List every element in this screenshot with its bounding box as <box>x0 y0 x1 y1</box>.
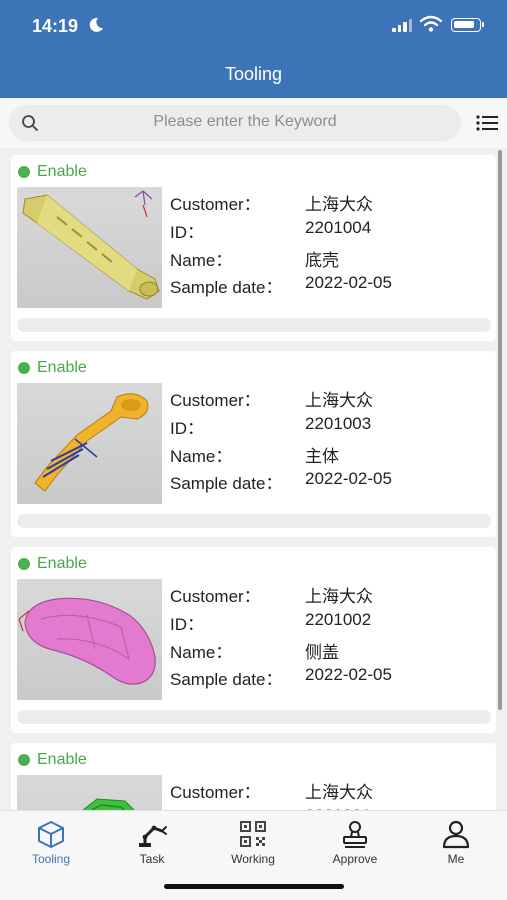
card-footer-bar <box>17 318 491 332</box>
status-badge: Enable <box>18 163 87 181</box>
tab-approve[interactable]: Approve <box>315 819 395 869</box>
tab-label: Approve <box>332 852 378 866</box>
scrollbar[interactable] <box>498 150 502 710</box>
status-text: Enable <box>37 359 87 376</box>
search-row: Please enter the Keyword <box>0 98 507 148</box>
tooling-thumbnail <box>17 775 162 810</box>
tab-label: Working <box>231 852 275 866</box>
status-dot-icon <box>18 754 30 766</box>
status-dot-icon <box>18 362 30 374</box>
search-icon <box>22 115 38 131</box>
tab-label: Me <box>447 852 465 866</box>
id-value: 2201003 <box>305 414 372 433</box>
customer-value: 上海大众 <box>305 783 373 802</box>
status-dot-icon <box>18 558 30 570</box>
part-model-icon <box>34 393 149 492</box>
customer-label: Customer： <box>170 195 261 214</box>
stamp-icon <box>343 821 367 848</box>
name-label: Name： <box>170 251 233 270</box>
status-badge: Enable <box>18 555 87 573</box>
customer-label: Customer： <box>170 391 261 410</box>
tooling-list: Enable Customer： 上海大众 ID： 2201004 Name： … <box>0 148 507 810</box>
tooling-thumbnail <box>17 579 162 700</box>
sample-date-value: 2022-02-05 <box>305 469 392 488</box>
tab-tooling[interactable]: Tooling <box>11 819 91 869</box>
customer-value: 上海大众 <box>305 391 373 410</box>
card-footer-bar <box>17 514 491 528</box>
tab-me[interactable]: Me <box>416 819 496 869</box>
list-menu-icon[interactable] <box>476 113 498 133</box>
part-model-icon <box>22 190 160 300</box>
qr-grid-icon <box>240 821 266 847</box>
id-label: ID： <box>170 223 204 242</box>
customer-value: 上海大众 <box>305 587 373 606</box>
battery-icon <box>451 18 484 32</box>
page-title: Tooling <box>224 64 283 84</box>
card-footer-bar <box>17 710 491 724</box>
status-bar: 14:19 <box>0 0 507 52</box>
tooling-card[interactable]: Enable Customer： 上海大众 ID： 2201002 Name： … <box>11 547 496 733</box>
sample-date-value: 2022-02-05 <box>305 665 392 684</box>
tab-label: Task <box>139 852 165 866</box>
sample-date-value: 2022-02-05 <box>305 273 392 292</box>
cellular-signal-icon <box>392 18 412 32</box>
status-dot-icon <box>18 166 30 178</box>
tab-task[interactable]: Task <box>112 819 192 869</box>
name-label: Name： <box>170 447 233 466</box>
status-time: 14:19 <box>32 16 79 36</box>
nav-bar: Tooling <box>0 52 507 98</box>
name-value: 侧盖 <box>305 643 339 662</box>
id-value: 2201002 <box>305 610 372 629</box>
cube-icon <box>38 821 64 848</box>
status-text: Enable <box>37 751 87 768</box>
status-badge: Enable <box>18 359 87 377</box>
home-indicator <box>164 884 344 889</box>
wifi-icon <box>420 15 442 32</box>
tooling-thumbnail <box>17 383 162 504</box>
person-icon <box>442 820 470 849</box>
tooling-card[interactable]: Enable Customer： 上海大众 ID： 2201004 Name： … <box>11 155 496 341</box>
sample-date-label: Sample date： <box>170 670 283 689</box>
tooling-thumbnail <box>17 187 162 308</box>
customer-label: Customer： <box>170 783 261 802</box>
id-label: ID： <box>170 615 204 634</box>
id-value: 2201004 <box>305 218 372 237</box>
search-input[interactable]: Please enter the Keyword <box>9 105 461 141</box>
part-model-icon <box>82 798 135 810</box>
tooling-card[interactable]: Enable Customer： 上海大众 ID： 2201003 Name： … <box>11 351 496 537</box>
sample-date-label: Sample date： <box>170 278 283 297</box>
name-value: 底壳 <box>305 251 339 270</box>
part-model-icon <box>18 597 156 685</box>
robot-arm-icon <box>139 825 167 847</box>
search-placeholder: Please enter the Keyword <box>153 113 337 130</box>
status-badge: Enable <box>18 751 87 769</box>
id-label: ID： <box>170 419 204 438</box>
moon-icon <box>89 17 103 32</box>
tab-label: Tooling <box>31 852 71 866</box>
name-value: 主体 <box>305 447 339 466</box>
tooling-card[interactable]: Enable Customer： 上海大众 ID： 2201001 <box>11 743 496 810</box>
customer-label: Customer： <box>170 587 261 606</box>
name-label: Name： <box>170 643 233 662</box>
status-text: Enable <box>37 163 87 180</box>
tab-working[interactable]: Working <box>213 819 293 869</box>
sample-date-label: Sample date： <box>170 474 283 493</box>
status-text: Enable <box>37 555 87 572</box>
customer-value: 上海大众 <box>305 195 373 214</box>
